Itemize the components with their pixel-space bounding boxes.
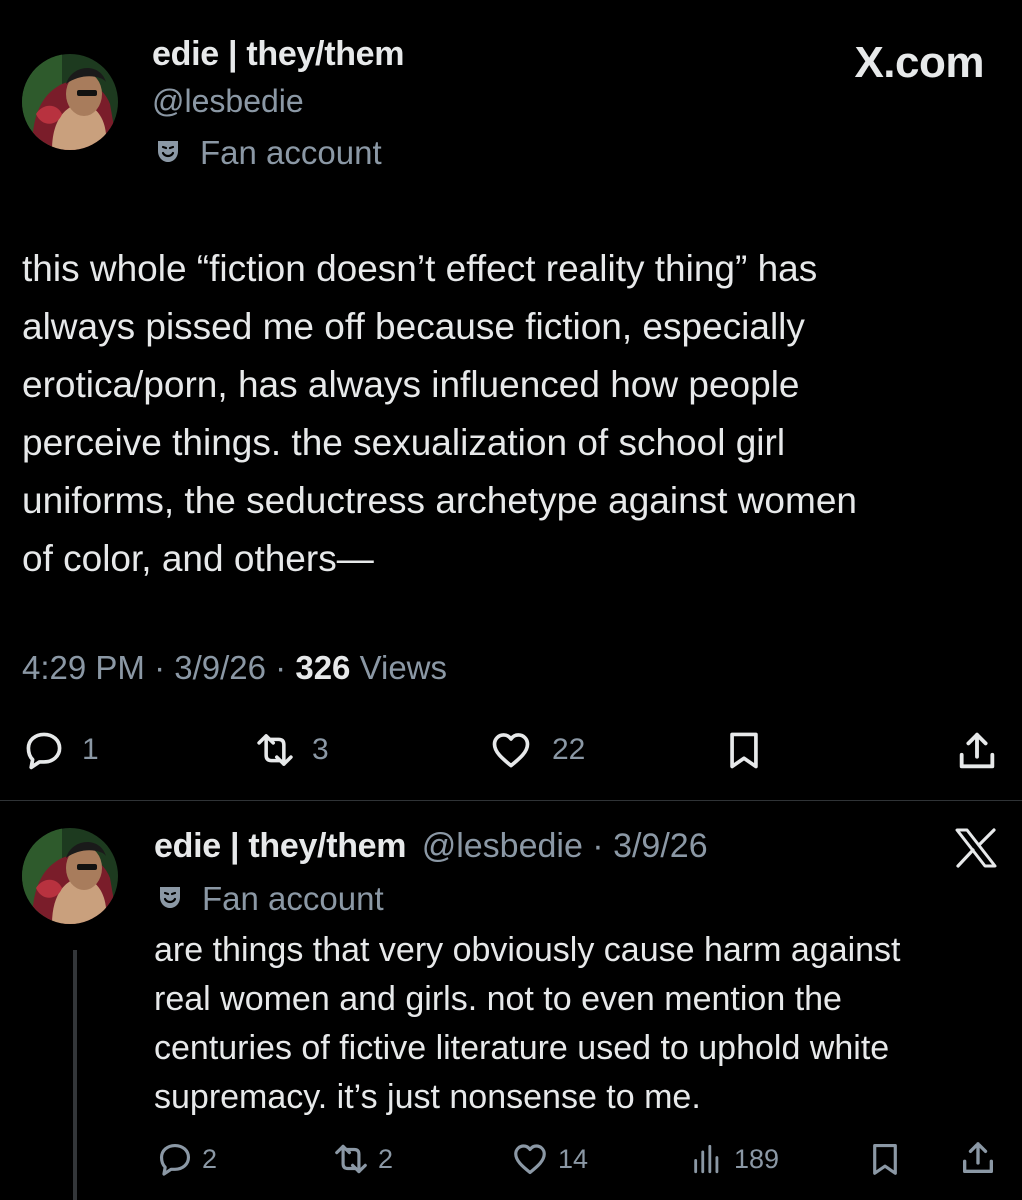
views-button[interactable]: 189 — [690, 1140, 779, 1178]
bookmark-icon — [866, 1140, 904, 1178]
display-name[interactable]: edie | they/them — [154, 827, 407, 865]
tweet-text: this whole “fiction doesn’t effect reali… — [22, 248, 857, 579]
repost-button[interactable]: 2 — [330, 1140, 393, 1178]
like-button[interactable]: 14 — [510, 1140, 588, 1178]
tweet-text: are things that very obviously cause har… — [154, 931, 901, 1116]
handle[interactable]: @lesbedie — [152, 82, 304, 120]
badge-label: Fan account — [202, 880, 384, 917]
bar-chart-icon — [690, 1140, 724, 1178]
repost-count: 2 — [378, 1143, 394, 1174]
display-name[interactable]: edie | they/them — [152, 34, 405, 74]
share-icon — [958, 1138, 998, 1178]
badge-label: Fan account — [200, 134, 382, 171]
heart-icon — [488, 728, 534, 772]
x-logo-icon — [954, 828, 998, 873]
views-label: Views — [359, 649, 448, 686]
timestamp-time[interactable]: 4:29 PM — [22, 649, 145, 686]
views-count: 326 — [295, 649, 351, 686]
share-icon — [954, 728, 1000, 774]
like-button[interactable]: 22 — [488, 728, 585, 772]
reply-button[interactable]: 1 — [22, 728, 99, 772]
bookmark-icon — [722, 728, 766, 772]
fan-account-badge: Fan account — [156, 880, 384, 918]
tweet-divider — [0, 800, 1022, 801]
repost-count: 3 — [312, 733, 329, 766]
reply-count: 2 — [202, 1143, 218, 1174]
theater-masks-icon — [154, 137, 182, 170]
avatar-image — [22, 828, 118, 924]
reply-header: edie | they/them @lesbedie · 3/9/26 — [154, 826, 708, 866]
heart-icon — [510, 1140, 550, 1178]
meta-separator: · — [154, 649, 166, 686]
bookmark-button[interactable] — [866, 1140, 904, 1178]
views-count: 189 — [734, 1143, 780, 1174]
meta-separator: · — [275, 649, 287, 686]
reply-button[interactable]: 2 — [156, 1140, 217, 1178]
fan-account-badge: Fan account — [154, 134, 382, 172]
share-button[interactable] — [958, 1138, 998, 1178]
tweet-meta: 4:29 PM · 3/9/26 · 326 Views — [22, 648, 447, 688]
timestamp-date[interactable]: 3/9/26 — [174, 649, 266, 686]
repost-arrows-icon — [330, 1140, 372, 1178]
bookmark-button[interactable] — [722, 728, 766, 772]
share-button[interactable] — [954, 728, 1000, 774]
speech-bubble-icon — [22, 728, 66, 772]
avatar[interactable] — [22, 54, 118, 150]
avatar[interactable] — [22, 828, 118, 924]
thread-line — [73, 950, 77, 1200]
repost-button[interactable]: 3 — [252, 728, 329, 772]
handle-date[interactable]: @lesbedie · 3/9/26 — [422, 827, 708, 865]
theater-masks-icon — [156, 883, 184, 916]
speech-bubble-icon — [156, 1140, 194, 1178]
like-count: 14 — [558, 1143, 589, 1174]
reply-count: 1 — [82, 733, 99, 766]
avatar-image — [22, 54, 118, 150]
repost-arrows-icon — [252, 728, 298, 772]
like-count: 22 — [552, 733, 586, 766]
x-com-brand: X.com — [854, 38, 984, 87]
